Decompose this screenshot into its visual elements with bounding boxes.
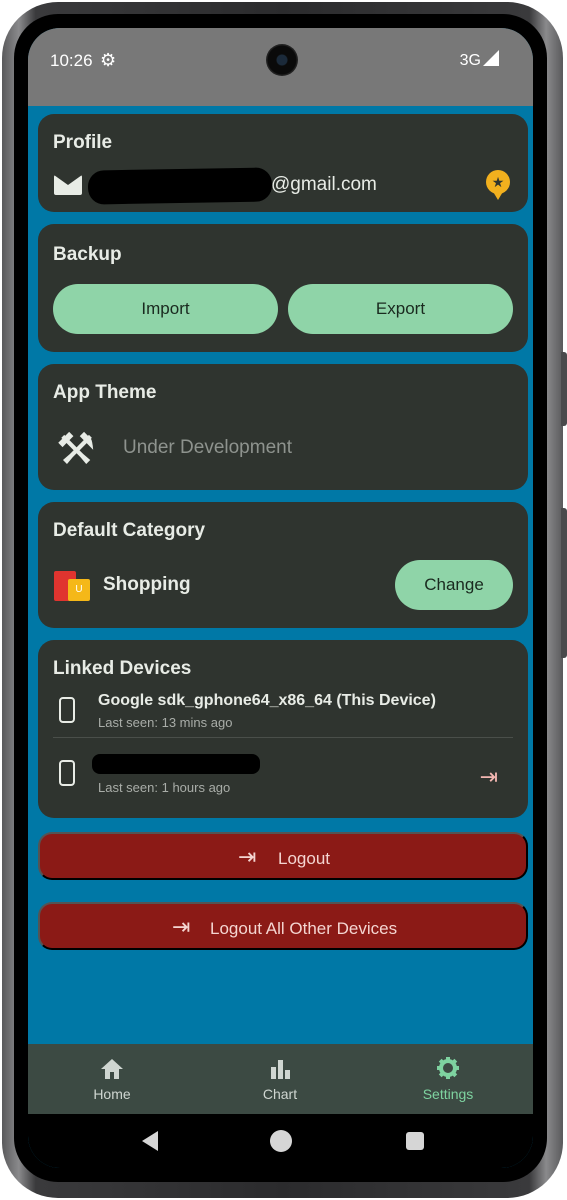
award-icon[interactable]: ★ [486,170,510,200]
volume-button [561,508,567,658]
power-button [561,352,567,426]
logout-device-icon[interactable]: ⇥ [480,764,498,790]
backup-title: Backup [53,244,122,265]
export-button[interactable]: Export [288,284,513,334]
nav-settings[interactable]: Settings [364,1044,532,1114]
default-category-card: Default Category U Shopping Change [38,502,528,628]
status-bar: 10:26 ⚙ 3G [28,28,533,106]
logout-label: Logout [278,849,330,868]
profile-email: @gmail.com [271,174,377,195]
nav-settings-label: Settings [422,1086,474,1102]
nav-chart-label: Chart [262,1086,298,1102]
logout-all-label: Logout All Other Devices [210,919,398,938]
bag-yellow-shape: U [68,579,90,601]
device-name: Google sdk_gphone64_x86_64 (This Device) [98,692,436,709]
profile-title: Profile [53,132,113,153]
logout-all-button[interactable]: ⇥ Logout All Other Devices [38,902,528,950]
camera-cutout [266,44,298,76]
signal-icon [483,50,499,66]
tools-icon: ⚒ [56,425,96,474]
under-development-text: Under Development [123,437,292,458]
network-type: 3G [459,52,481,69]
device-last-seen: Last seen: 1 hours ago [98,780,231,795]
device-name-redaction [92,754,260,774]
category-name: Shopping [103,574,191,595]
bar-chart-icon [271,1060,290,1079]
back-icon[interactable] [142,1131,158,1151]
phone-icon [59,697,75,723]
import-button[interactable]: Import [53,284,278,334]
backup-card: Backup Import Export [38,224,528,352]
nav-home[interactable]: Home [28,1044,196,1114]
device-bezel: 10:26 ⚙ 3G Profile @gmail.com ★ Backup I… [14,14,547,1182]
settings-status-icon: ⚙ [100,50,117,70]
app-theme-title: App Theme [53,382,157,403]
email-icon [54,175,82,195]
status-time: 10:26 [50,51,93,70]
change-category-button[interactable]: Change [395,560,513,610]
home-circle-icon[interactable] [270,1130,292,1152]
linked-devices-card: Linked Devices Google sdk_gphone64_x86_6… [38,640,528,818]
gear-icon [437,1057,459,1079]
linked-devices-title: Linked Devices [53,658,192,679]
screen: 10:26 ⚙ 3G Profile @gmail.com ★ Backup I… [28,28,533,1168]
profile-card: Profile @gmail.com ★ [38,114,528,212]
shopping-bag-icon: U [54,567,90,601]
logout-icon: ⇥ [238,844,257,869]
recents-icon[interactable] [406,1132,424,1150]
bottom-navigation: Home Chart Settings [28,1044,533,1114]
nav-home-label: Home [93,1086,131,1102]
logout-button[interactable]: ⇥ Logout [38,832,528,880]
logout-icon: ⇥ [172,914,191,939]
app-theme-card: App Theme ⚒ Under Development [38,364,528,490]
system-navigation [28,1114,533,1168]
email-redaction [87,167,273,205]
home-icon [101,1059,123,1079]
device-divider [53,737,513,738]
nav-chart[interactable]: Chart [196,1044,364,1114]
device-last-seen: Last seen: 13 mins ago [98,715,233,730]
default-category-title: Default Category [53,520,206,541]
phone-icon [59,760,75,786]
